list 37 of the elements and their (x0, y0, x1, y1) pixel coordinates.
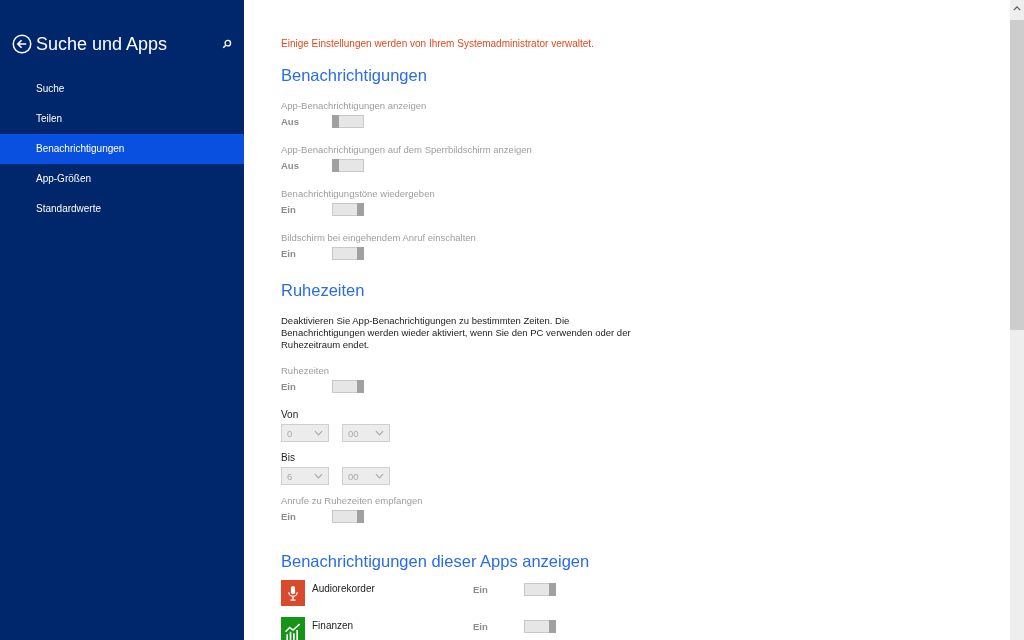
scrollbar[interactable] (1010, 0, 1024, 640)
toggle-state-text: Ein (281, 380, 297, 392)
toggle-state-text: Ein (281, 247, 297, 259)
chevron-down-icon (314, 473, 323, 479)
sidebar-item[interactable]: App-Größen (0, 164, 244, 194)
toggle-state-text: Aus (281, 115, 300, 127)
sidebar-item[interactable]: Benachrichtigungen (0, 134, 244, 164)
toggle-state-text: Ein (281, 510, 297, 522)
chevron-down-icon (314, 430, 323, 436)
setting-label: Benachrichtigungstöne wiedergeben (281, 188, 436, 201)
app-name: Audiorekorder (312, 583, 376, 594)
setting-label: Ruhezeiten (281, 365, 331, 378)
sidebar-item[interactable]: Standardwerte (0, 194, 244, 224)
setting-label: Anrufe zu Ruhezeiten empfangen (281, 495, 424, 508)
section-description: Deaktivieren Sie App-Benachrichtigungen zu bestimmten Zeiten. Die Benachrichtigungen werden wieder aktiviert, wenn Sie den PC verwenden oder der Ruhezeitraum endet. (281, 315, 632, 351)
admin-notice: Einige Einstellungen werden von Ihrem Systemadministrator verwaltet. (281, 38, 595, 51)
sidebar-item[interactable]: Teilen (0, 104, 244, 134)
setting-label: App-Benachrichtigungen anzeigen (281, 100, 428, 113)
toggle-state-text: Ein (281, 203, 297, 215)
toggle-state-text: Ein (473, 621, 489, 632)
app-name: Finanzen (312, 620, 355, 631)
chevron-down-icon (375, 473, 384, 479)
scroll-up-icon[interactable] (1013, 6, 1021, 11)
section-heading: Benachrichtigungen (281, 66, 428, 86)
setting-label: App-Benachrichtigungen auf dem Sperrbildschirm anzeigen (281, 144, 533, 157)
toggle-state-text: Ein (473, 584, 489, 595)
scrollbar-thumb[interactable] (1010, 20, 1024, 330)
time-label: Von (281, 409, 300, 422)
section-heading: Ruhezeiten (281, 281, 366, 301)
chevron-down-icon (375, 430, 384, 436)
section-heading: Benachrichtigungen dieser Apps anzeigen (281, 552, 591, 572)
search-icon[interactable] (222, 39, 232, 49)
toggle-state-text: Aus (281, 159, 300, 171)
setting-label: Bildschirm bei eingehendem Anruf einschalten (281, 232, 477, 245)
sidebar-title: Suche und Apps (36, 33, 169, 55)
sidebar-item[interactable]: Suche (0, 74, 244, 104)
time-label: Bis (281, 452, 296, 465)
